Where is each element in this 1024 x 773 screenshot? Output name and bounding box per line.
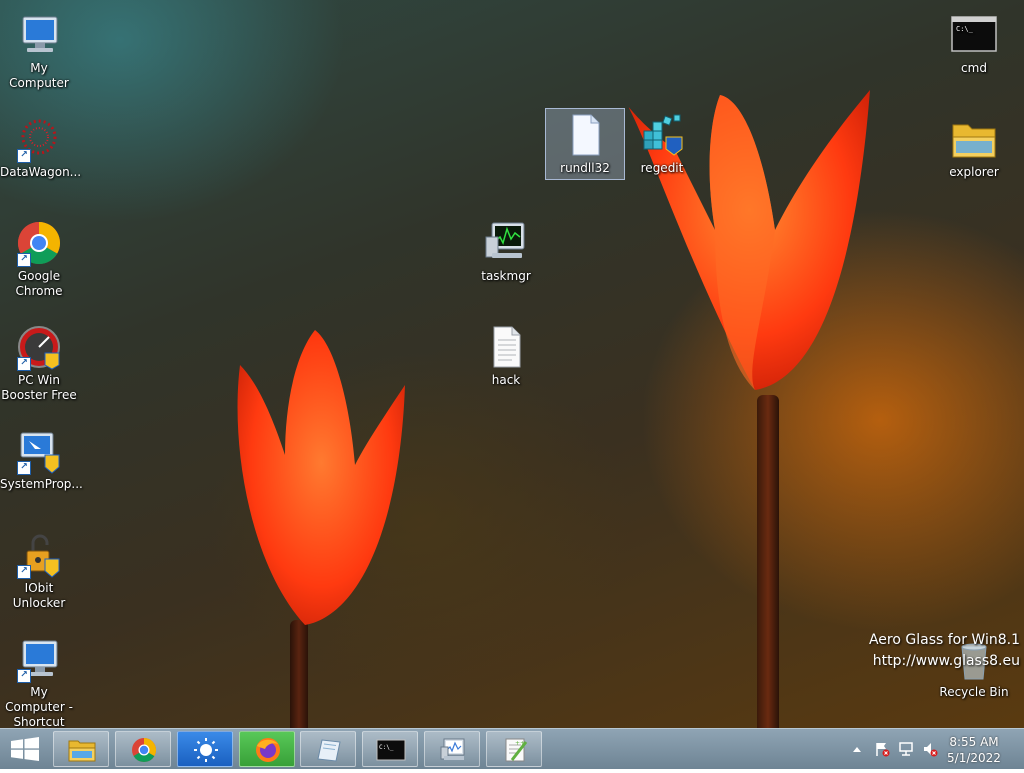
clock-time: 8:55 AM: [949, 735, 999, 749]
speedometer-icon: ↗: [15, 323, 63, 371]
shortcut-arrow-icon: ↗: [17, 149, 31, 163]
registry-editor-icon: [638, 111, 686, 159]
icon-label: My Computer - Shortcut: [5, 685, 73, 728]
watermark-line-2: http://www.glass8.eu: [872, 653, 1020, 669]
notepad-plus-icon: ++: [505, 738, 528, 762]
shortcut-arrow-icon: ↗: [17, 669, 31, 683]
shortcut-arrow-icon: ↗: [17, 461, 31, 475]
desktop-icon-cmd[interactable]: C:\_ cmd: [934, 8, 1014, 80]
show-hidden-icons-arrow-icon[interactable]: [852, 745, 862, 753]
taskbar-notepad-plus-button[interactable]: ++: [486, 731, 542, 767]
svg-text:C:\_: C:\_: [956, 25, 974, 33]
desktop-icon-iobit-unlocker[interactable]: ↗ IObit Unlocker: [0, 528, 79, 615]
volume-muted-icon[interactable]: [922, 741, 938, 757]
taskbar-file-explorer-button[interactable]: [53, 731, 109, 767]
icon-label: DataWagon...: [0, 165, 82, 179]
taskbar-clock[interactable]: 8:55 AM 5/1/2022: [944, 734, 1004, 766]
action-center-flag-icon[interactable]: [874, 741, 890, 757]
taskbar: C:\_ ++ 8:55 AM 5/1/2022: [0, 728, 1024, 769]
icon-label: PC Win Booster Free: [1, 373, 77, 402]
datawagon-icon: ↗: [15, 115, 63, 163]
icon-label: hack: [491, 373, 521, 387]
shortcut-arrow-icon: ↗: [17, 565, 31, 579]
desktop-icon-system-properties[interactable]: ↗ SystemProp...: [0, 424, 83, 496]
desktop-icon-taskmgr[interactable]: taskmgr: [466, 216, 546, 288]
desktop-icon-regedit[interactable]: regedit: [622, 108, 702, 180]
chrome-icon: ↗: [15, 219, 63, 267]
desktop[interactable]: My Computer ↗ DataWagon... ↗ Google Chro…: [0, 0, 1024, 728]
icon-label: cmd: [961, 61, 987, 75]
desktop-icon-explorer[interactable]: explorer: [934, 112, 1014, 184]
icon-label: Google Chrome: [15, 269, 63, 298]
icon-label: IObit Unlocker: [12, 581, 66, 610]
shortcut-arrow-icon: ↗: [17, 253, 31, 267]
windows-logo-icon: [11, 737, 39, 761]
desktop-icon-my-computer[interactable]: My Computer: [0, 8, 79, 95]
task-manager-icon: [440, 738, 465, 760]
network-icon[interactable]: [898, 741, 914, 757]
svg-text:C:\_: C:\_: [379, 744, 394, 751]
svg-text:++: ++: [515, 740, 525, 747]
aero-glass-watermark: Aero Glass for Win8.1 http://www.glass8.…: [869, 630, 1020, 672]
desktop-icon-hack[interactable]: hack: [466, 320, 546, 392]
file-icon: [561, 111, 609, 159]
icon-label: regedit: [640, 161, 684, 175]
taskbar-chrome-button[interactable]: [115, 731, 171, 767]
desktop-icon-google-chrome[interactable]: ↗ Google Chrome: [0, 216, 79, 303]
paper-icon: [317, 739, 341, 762]
desktop-icon-datawagon[interactable]: ↗ DataWagon...: [0, 112, 82, 184]
icon-label: explorer: [949, 165, 999, 179]
icon-label: My Computer: [9, 61, 69, 90]
taskbar-task-manager-button[interactable]: [424, 731, 480, 767]
system-tray: [850, 729, 940, 769]
text-file-icon: [482, 323, 530, 371]
folder-icon: [68, 740, 96, 762]
command-prompt-icon: C:\_: [376, 739, 406, 761]
firefox-icon: [256, 738, 280, 762]
command-prompt-icon: C:\_: [950, 11, 998, 59]
taskbar-notes-button[interactable]: [300, 731, 356, 767]
icon-label: rundll32: [560, 161, 610, 175]
desktop-icon-rundll32[interactable]: rundll32: [545, 108, 625, 180]
task-manager-icon: [482, 219, 530, 267]
sun-icon: [194, 738, 218, 762]
icon-label: taskmgr: [481, 269, 531, 283]
watermark-line-1: Aero Glass for Win8.1: [868, 632, 1020, 648]
folder-icon: [950, 115, 998, 163]
desktop-icon-my-computer-shortcut[interactable]: ↗ My Computer - Shortcut: [0, 632, 79, 728]
chrome-icon: [132, 738, 157, 763]
computer-icon: ↗: [15, 635, 63, 683]
taskbar-cmd-button[interactable]: C:\_: [362, 731, 418, 767]
start-button[interactable]: [0, 729, 50, 769]
desktop-icon-pc-win-booster[interactable]: ↗ PC Win Booster Free: [0, 320, 79, 407]
taskbar-firefox-button[interactable]: [239, 731, 295, 767]
icon-label: SystemProp...: [0, 477, 83, 491]
shortcut-arrow-icon: ↗: [17, 357, 31, 371]
icon-label: Recycle Bin: [939, 685, 1009, 699]
system-properties-icon: ↗: [15, 427, 63, 475]
computer-icon: [15, 11, 63, 59]
clock-date: 5/1/2022: [947, 751, 1001, 765]
taskbar-weather-button[interactable]: [177, 731, 233, 767]
padlock-icon: ↗: [15, 531, 63, 579]
